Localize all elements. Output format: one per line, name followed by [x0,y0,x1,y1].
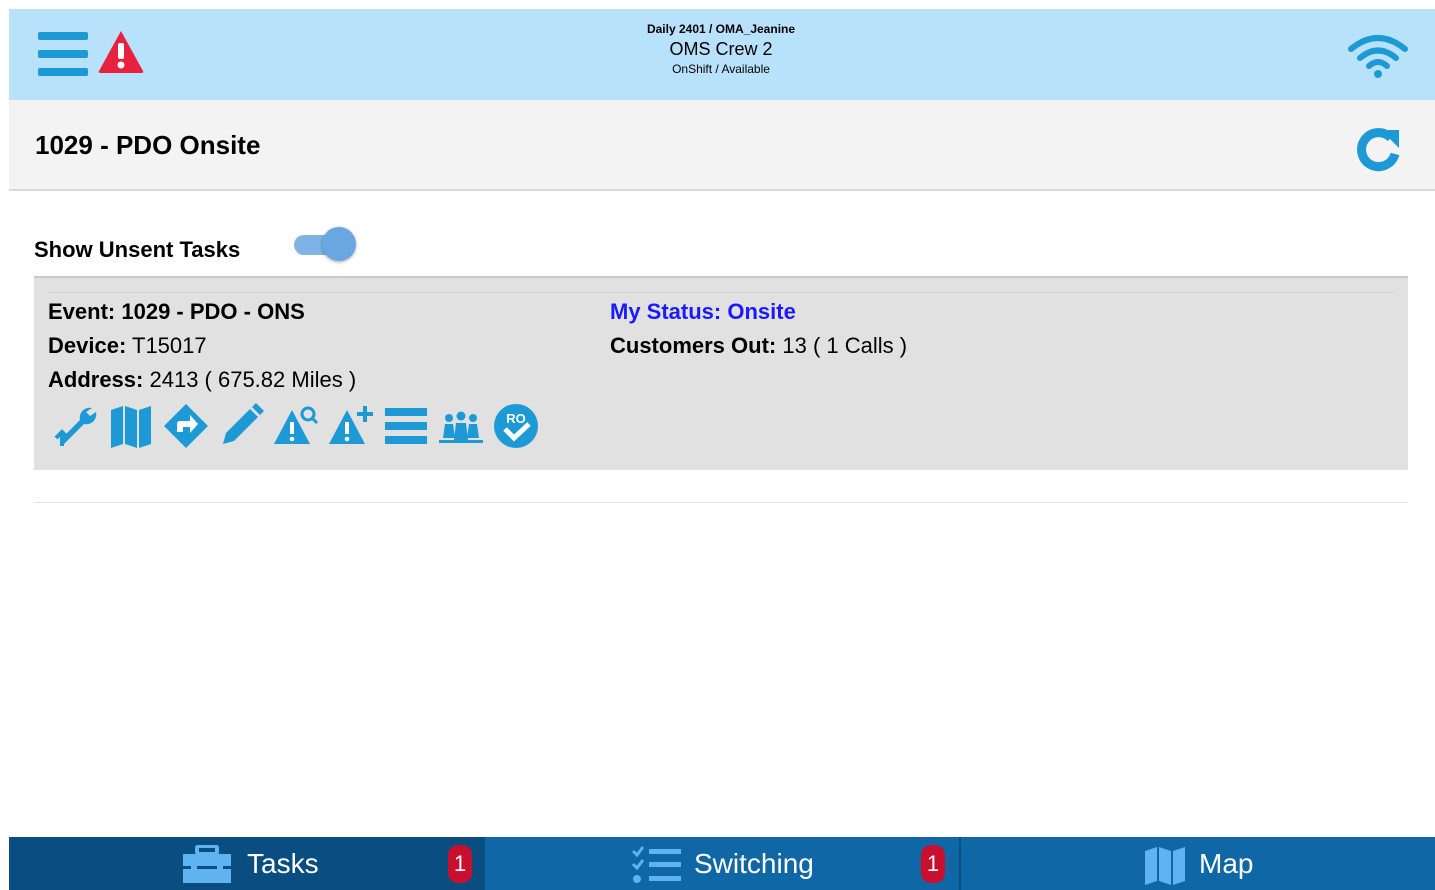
event-value: 1029 - PDO - ONS [121,299,305,324]
ro-check-icon[interactable]: RO [492,402,540,450]
window-top-strip [0,0,1435,9]
wifi-icon[interactable] [1347,33,1409,79]
card-divider [48,292,1394,293]
page-titlebar: 1029 - PDO Onsite [9,100,1435,191]
crew-group-icon[interactable] [437,402,485,450]
my-status[interactable]: My Status: Onsite [610,298,796,326]
crew-info: Daily 2401 / OMA_Jeanine OMS Crew 2 OnSh… [569,21,873,77]
event-actions: RO [52,402,547,450]
alert-icon[interactable] [97,29,145,75]
refresh-icon[interactable] [1355,126,1401,172]
tab-switching-label: Switching [694,848,814,879]
tab-map-label: Map [1199,848,1254,879]
status-value: Onsite [727,299,796,324]
device-line: Device: T15017 [48,332,207,360]
address-value: 2413 ( 675.82 Miles ) [149,367,357,392]
device-value: T15017 [132,333,207,358]
app-header: Daily 2401 / OMA_Jeanine OMS Crew 2 OnSh… [9,9,1435,100]
event-card[interactable]: Event: 1029 - PDO - ONS Device: T15017 A… [34,278,1408,470]
crew-name: OMS Crew 2 [669,39,773,59]
tab-switching[interactable]: Switching 1 [485,837,961,890]
crew-context: Daily 2401 / OMA_Jeanine [646,22,796,36]
tasks-badge: 1 [448,845,472,883]
app-window: Daily 2401 / OMA_Jeanine OMS Crew 2 OnSh… [0,0,1435,890]
event-line: Event: 1029 - PDO - ONS [48,298,305,326]
event-label: Event: [48,299,116,324]
map-icon [1141,845,1193,885]
toolbox-icon [181,844,233,885]
menu-icon[interactable] [38,30,88,78]
customers-value: 13 ( 1 Calls ) [782,333,908,358]
show-unsent-label: Show Unsent Tasks [34,237,241,262]
alert-search-icon[interactable] [272,402,320,450]
directions-icon[interactable] [162,402,210,450]
map-icon[interactable] [107,402,155,450]
customers-out-line: Customers Out: 13 ( 1 Calls ) [610,332,907,360]
status-label: My Status: [610,299,722,324]
show-unsent-toggle[interactable] [294,227,356,263]
device-label: Device: [48,333,127,358]
bottom-nav: Tasks 1 Switching 1 Map [9,837,1435,890]
list-icon[interactable] [382,402,430,450]
customers-label: Customers Out: [610,333,777,358]
svg-text:RO: RO [506,411,526,426]
divider [34,502,1408,503]
page-title: 1029 - PDO Onsite [35,130,261,160]
address-label: Address: [48,367,144,392]
tab-map[interactable]: Map [961,837,1435,890]
wrench-arrow-icon[interactable] [52,402,100,450]
tab-tasks[interactable]: Tasks 1 [9,837,485,890]
address-line: Address: 2413 ( 675.82 Miles ) [48,366,356,394]
tab-tasks-label: Tasks [247,848,319,879]
edit-pencil-icon[interactable] [217,402,265,450]
checklist-icon [631,845,683,885]
alert-add-icon[interactable] [327,402,375,450]
crew-status: OnShift / Available [672,62,770,76]
switching-badge: 1 [921,845,945,883]
toggle-knob [322,227,356,261]
